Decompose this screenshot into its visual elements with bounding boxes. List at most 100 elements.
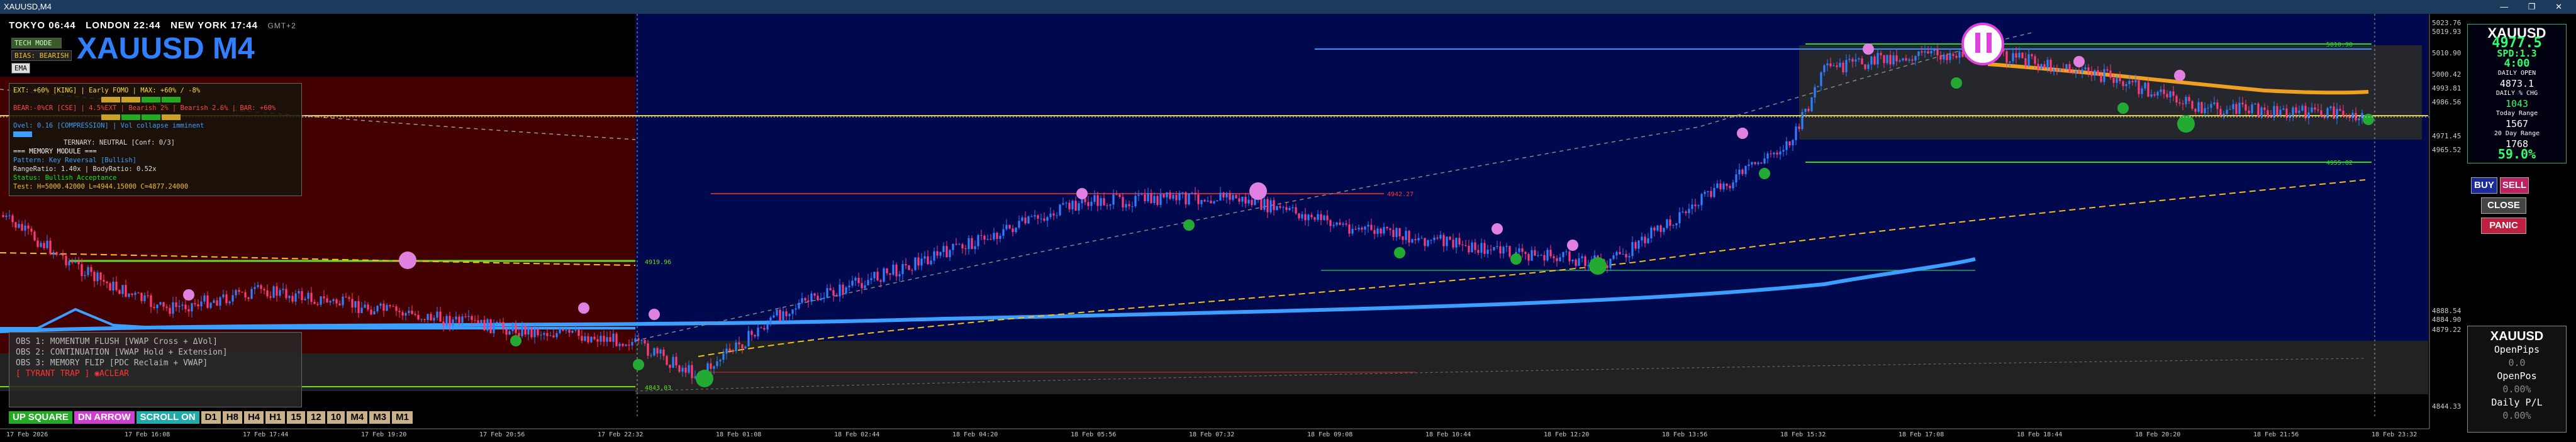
signal-marker-pink	[2174, 70, 2185, 81]
timeframe-button-h8[interactable]: H8	[222, 411, 242, 424]
candle-body	[55, 251, 58, 255]
candle-body	[2059, 69, 2061, 71]
timeframe-button-15[interactable]: 15	[287, 411, 306, 424]
candle-body	[1559, 257, 1561, 262]
candle-body	[1770, 153, 1772, 155]
candle-body	[175, 302, 177, 307]
candle-body	[1867, 64, 1870, 69]
candle-body	[571, 330, 574, 333]
gmt-offset: GMT+2	[267, 21, 296, 30]
candle-body	[2178, 102, 2181, 104]
candle-body	[1801, 112, 1804, 130]
candle-body	[433, 318, 435, 321]
candle-body	[178, 306, 181, 307]
time-axis-label: 17 Feb 22:32	[598, 431, 644, 438]
candle-body	[1301, 214, 1303, 219]
candle-body	[2232, 104, 2234, 109]
candle-body	[191, 303, 193, 312]
dn-arrow-button[interactable]: DN ARROW	[74, 411, 135, 424]
candle-body	[1584, 256, 1586, 267]
candle-body	[892, 264, 895, 275]
sell-button[interactable]: SELL	[2500, 177, 2529, 194]
candle-body	[681, 367, 684, 372]
candle-body	[2210, 104, 2212, 108]
candle-body	[329, 301, 332, 303]
candle-body	[2298, 110, 2300, 113]
timeframe-button-d1[interactable]: D1	[201, 411, 221, 424]
candle-body	[213, 300, 215, 303]
timeframe-button-h1[interactable]: H1	[265, 411, 286, 424]
candle-body	[1685, 211, 1687, 213]
candle-body	[744, 346, 747, 348]
candle-body	[1817, 86, 1819, 87]
candle-body	[779, 309, 781, 321]
price-axis-label: 5019.93	[2432, 28, 2462, 36]
candle-body	[2361, 113, 2363, 119]
ema-button[interactable]: EMA	[11, 63, 30, 74]
timeframe-button-m1[interactable]: M1	[392, 411, 413, 424]
timeframe-button-m4[interactable]: M4	[347, 411, 368, 424]
candle-body	[1279, 206, 1281, 208]
candle-body	[1046, 217, 1049, 221]
candle-body	[691, 365, 693, 378]
candle-body	[1785, 141, 1788, 150]
candle-body	[1622, 254, 1624, 255]
candle-body	[804, 298, 806, 301]
obs-line: OBS 1: MOMENTUM FLUSH [VWAP Cross + ΔVol…	[16, 337, 218, 346]
price-axis-label: 4879.22	[2432, 326, 2462, 334]
candle-body	[2100, 75, 2102, 82]
candle-body	[118, 290, 121, 294]
candle-body	[1943, 54, 1945, 60]
candle-body	[1370, 224, 1373, 230]
stats-avg-range-label: 20 Day Range	[2494, 130, 2540, 137]
candle-body	[1851, 58, 1854, 62]
highlight-marker-glyph	[1975, 33, 1980, 53]
timeframe-button-h4[interactable]: H4	[243, 411, 264, 424]
candle-body	[272, 286, 275, 298]
candle-body	[140, 292, 143, 301]
timeframe-button-12[interactable]: 12	[307, 411, 325, 424]
signal-marker-pink	[1076, 188, 1088, 199]
candle-body	[1442, 235, 1445, 246]
close-button[interactable]: CLOSE	[2481, 197, 2526, 214]
candle-body	[162, 302, 165, 307]
candle-body	[1430, 240, 1432, 241]
price-chart[interactable]: 4919.96 4843.03 4942.27 5010.90 4955.82	[0, 14, 2576, 442]
candle-body	[2326, 108, 2329, 118]
candle-body	[2292, 107, 2294, 116]
time-axis-label: 18 Feb 13:56	[1662, 431, 1708, 438]
candle-body	[883, 268, 885, 282]
timeframe-button-10[interactable]: 10	[326, 411, 345, 424]
candle-body	[1307, 214, 1310, 221]
candle-body	[49, 240, 52, 254]
candle-body	[1288, 207, 1291, 210]
candle-body	[1880, 53, 1882, 55]
candle-body	[1575, 259, 1577, 266]
level-label: 4942.27	[1387, 191, 1413, 198]
tech-mode-button[interactable]: TECH MODE	[11, 38, 62, 48]
candle-body	[2018, 52, 2021, 58]
candle-body	[1804, 108, 1807, 113]
candle-body	[1175, 195, 1178, 201]
candle-body	[1109, 204, 1112, 206]
candle-body	[1694, 204, 1697, 206]
candle-body	[357, 301, 360, 313]
signal-marker-green	[1589, 257, 1607, 275]
bias-button[interactable]: BIAS: BEARISH	[11, 50, 72, 61]
candle-body	[2109, 70, 2112, 78]
candle-body	[401, 312, 404, 316]
scroll-on-button[interactable]: SCROLL ON	[136, 411, 199, 424]
candle-body	[653, 348, 655, 356]
candle-body	[1691, 204, 1693, 209]
panic-button[interactable]: PANIC	[2481, 218, 2526, 234]
candle-body	[276, 286, 278, 296]
candle-body	[134, 292, 137, 296]
up-square-button[interactable]: UP SQUARE	[9, 411, 72, 424]
candle-body	[2329, 106, 2332, 108]
timeframe-button-m3[interactable]: M3	[369, 411, 391, 424]
buy-button[interactable]: BUY	[2471, 177, 2497, 194]
candle-body	[2307, 112, 2310, 119]
candle-body	[1782, 150, 1785, 152]
window-controls[interactable]: — ❐ ✕	[2500, 0, 2571, 14]
candle-body	[618, 343, 621, 346]
